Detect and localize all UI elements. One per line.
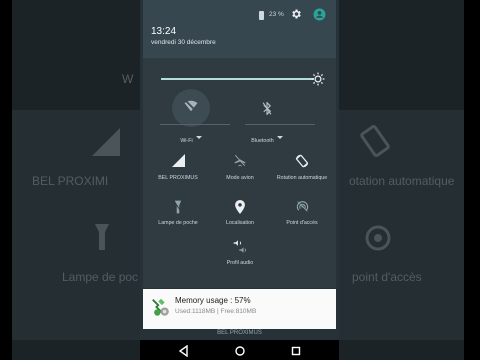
chevron-down-icon[interactable] [195,136,202,140]
letterbox-left [0,0,12,360]
tile-cellular[interactable]: BEL PROXIMUS [145,154,211,181]
navigation-bar [140,340,339,360]
background-label-hotspot: point d'accès [352,270,422,284]
gear-icon[interactable] [290,8,302,20]
airplane-icon [234,154,246,167]
tile-rotation-label: Rotation automatique [276,175,328,181]
background-label-bel-proximus: BEL PROXIMI [32,174,109,188]
tile-airplane[interactable]: Mode avion [207,154,273,181]
tile-bluetooth[interactable] [247,102,287,115]
recents-icon[interactable] [290,345,302,357]
background-flashlight-icon [95,224,109,250]
tile-audio-profile-label: Profil audio [226,260,254,266]
background-rotate-icon [360,125,390,157]
background-label-lampe: Lampe de poc [62,270,139,284]
tile-wifi-label: Wi-Fi [180,138,193,144]
brightness-slider-track[interactable] [161,78,314,80]
memory-notification[interactable]: Memory usage : 57% Used:1118MB | Free:81… [143,289,336,329]
notification-title: Memory usage : 57% [175,296,251,305]
notification-subtitle: Used:1118MB | Free:810MB [175,308,257,315]
background-hotspot-icon [365,225,391,251]
tile-cellular-label: BEL PROXIMUS [158,175,198,181]
shade-header: 23 % 13:24 vendredi 30 décembre [143,0,336,58]
tile-flashlight[interactable]: Lampe de poche [145,200,211,226]
tile-wifi-label-row[interactable]: Wi-Fi [161,129,221,147]
tile-bluetooth-label: Bluetooth [251,138,274,144]
date-label: vendredi 30 décembre [151,39,216,46]
tile-flashlight-label: Lampe de poche [158,220,198,226]
audio-profile-icon [233,240,246,253]
background-label-rotation: otation automatique [349,174,455,188]
brightness-icon[interactable] [311,72,325,86]
hotspot-icon [296,201,308,212]
quick-settings-panel: 23 % 13:24 vendredi 30 décembre Wi-Fi Bl… [143,0,336,288]
tile-hotspot[interactable]: Point d'accès [269,200,335,226]
chevron-down-icon[interactable] [276,136,283,140]
tile-bluetooth-label-row[interactable]: Bluetooth [237,129,297,147]
tile-location[interactable]: Localisation [207,200,273,226]
bluetooth-disabled-icon [262,102,272,115]
wifi-tile-divider [160,124,230,125]
tile-rotation[interactable]: Rotation automatique [269,154,335,181]
memory-cleaner-icon [152,298,169,316]
back-icon[interactable] [178,345,190,357]
flashlight-icon [173,200,183,214]
auto-rotate-icon [295,154,309,168]
battery-percentage: 23 % [269,11,284,18]
background-signal-icon [92,128,120,156]
battery-icon [259,11,264,20]
carrier-strip: BEL PROXIMUS [143,329,336,337]
tile-location-label: Localisation [226,220,254,226]
background-label-w: W [122,72,134,86]
tile-airplane-label: Mode avion [226,175,254,181]
tile-audio-profile[interactable]: Profil audio [207,240,273,266]
tile-hotspot-label: Point d'accès [286,220,318,226]
bluetooth-tile-divider [245,124,315,125]
wifi-off-icon [184,100,198,112]
user-account-icon[interactable] [313,8,326,21]
cellular-signal-icon [171,154,185,167]
tile-wifi[interactable] [171,100,211,112]
home-icon[interactable] [234,345,246,357]
location-pin-icon [235,200,245,214]
clock-time: 13:24 [151,26,177,37]
letterbox-right [464,0,480,360]
